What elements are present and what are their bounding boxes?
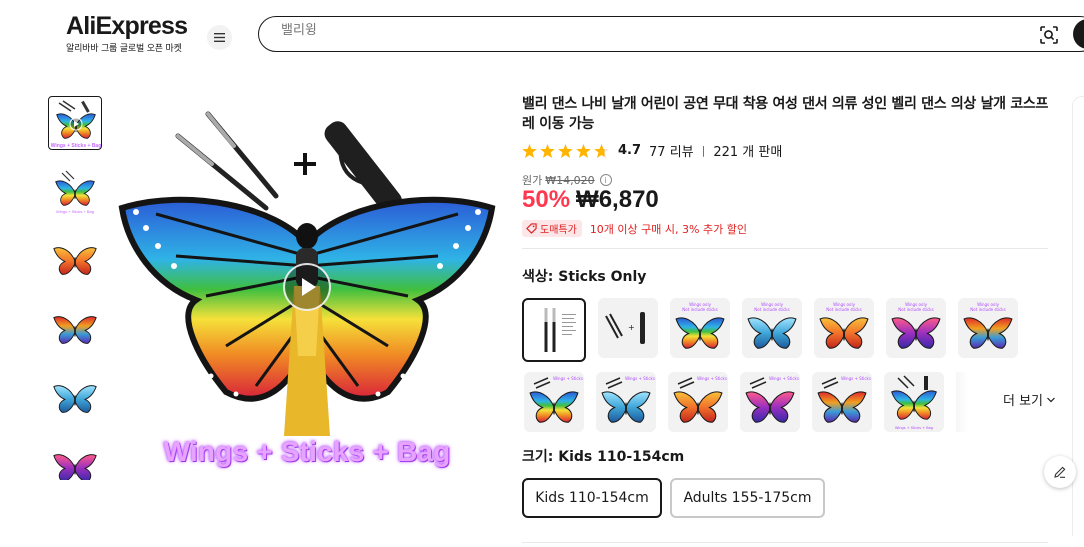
promo-text: 10개 이상 구매 시, 3% 추가 할인 xyxy=(589,222,747,236)
star-rating[interactable] xyxy=(522,143,609,158)
color-option-rainbow-wings[interactable]: Wings only Not include sticks xyxy=(670,298,730,358)
aliexpress-logo[interactable]: AliExpress 알리바바 그룹 글로벌 오픈 마켓 xyxy=(66,12,188,54)
search-input[interactable] xyxy=(281,23,981,38)
header: AliExpress 알리바바 그룹 글로벌 오픈 마켓 xyxy=(0,0,1084,70)
edit-button[interactable] xyxy=(1044,456,1076,488)
hamburger-icon xyxy=(214,33,225,42)
not-include-tag: Not include sticks xyxy=(754,307,789,312)
thumbnail[interactable] xyxy=(48,234,102,288)
color-label: 색상: Sticks Only xyxy=(522,269,647,285)
color-option-rainbow-bag[interactable]: Wings + Sticks + Bag xyxy=(884,372,944,432)
logo-text: AliExpress xyxy=(66,12,188,40)
color-option-multicolor-wings[interactable]: Wings only Not include sticks xyxy=(958,298,1018,358)
svg-text:Wings + Sticks + Bag: Wings + Sticks + Bag xyxy=(51,143,102,149)
pencil-icon xyxy=(1054,466,1066,478)
fade-edge xyxy=(956,372,968,432)
rating-row: 4.7 77 리뷰 | 221 개 판매 xyxy=(522,141,782,160)
info-icon[interactable]: i xyxy=(599,174,612,186)
search-bar xyxy=(258,16,1084,52)
rating-score: 4.7 xyxy=(618,143,642,158)
size-option-adults[interactable]: Adults 155-175cm xyxy=(670,478,825,518)
color-option-sticks-bag[interactable]: + xyxy=(598,298,658,358)
star-icon xyxy=(522,143,537,158)
star-icon xyxy=(558,143,573,158)
original-price: ₩14,020 xyxy=(545,173,595,187)
thumbnail[interactable] xyxy=(48,441,102,480)
chevron-down-icon xyxy=(1047,397,1055,402)
image-caption-small: Wings + Sticks + Bag xyxy=(895,426,933,430)
sold-count: 221 개 판매 xyxy=(713,145,783,160)
not-include-tag: Not include sticks xyxy=(682,307,717,312)
review-count[interactable]: 77 리뷰 xyxy=(649,141,694,160)
size-label: 크기: Kids 110-154cm xyxy=(522,449,685,465)
product-title: 밸리 댄스 나비 날개 어린이 공연 무대 착용 여성 댄서 의류 성인 벨리 … xyxy=(522,96,1049,132)
color-option-blue-sticks[interactable]: Wings + Sticks xyxy=(596,372,656,432)
star-icon xyxy=(540,143,555,158)
svg-text:Wings + Sticks + Bag: Wings + Sticks + Bag xyxy=(56,209,94,214)
more-options-button[interactable]: 더 보기 xyxy=(1003,390,1056,409)
image-caption: Wings + Sticks + Bag xyxy=(163,436,451,467)
color-options-row-2: Wings + Sticks Wings + Sticks Wings + St… xyxy=(524,372,968,432)
color-option-purple-wings[interactable]: Wings only Not include sticks xyxy=(886,298,946,358)
not-include-tag: Not include sticks xyxy=(898,307,933,312)
logo-subtitle: 알리바바 그룹 글로벌 오픈 마켓 xyxy=(66,44,182,54)
wings-sticks-tag: Wings + Sticks xyxy=(697,376,727,381)
color-option-multicolor-sticks[interactable]: Wings + Sticks xyxy=(812,372,872,432)
image-search-icon[interactable] xyxy=(1039,25,1059,45)
divider xyxy=(522,248,1048,249)
color-option-blue-wings[interactable]: Wings only Not include sticks xyxy=(742,298,802,358)
divider xyxy=(522,542,1048,543)
color-options-row-1: + Wings only Not include sticks Wings on… xyxy=(522,298,1018,362)
promo-row: 도매특가 10개 이상 구매 시, 3% 추가 할인 xyxy=(522,220,747,237)
wings-sticks-tag: Wings + Sticks xyxy=(625,376,655,381)
separator: | xyxy=(701,144,706,157)
thumbnail-list: Wings + Sticks + Bag Wings + Sticks + Ba… xyxy=(48,96,102,480)
play-icon xyxy=(302,278,316,296)
color-option-orange-sticks[interactable]: Wings + Sticks xyxy=(668,372,728,432)
thumbnail[interactable]: Wings + Sticks + Bag xyxy=(48,165,102,219)
size-option-kids[interactable]: Kids 110-154cm xyxy=(522,478,662,518)
svg-text:+: + xyxy=(628,323,635,332)
current-price: ₩6,870 xyxy=(576,186,659,213)
color-option-rainbow-sticks[interactable]: Wings + Sticks xyxy=(524,372,584,432)
video-play-button[interactable] xyxy=(283,263,331,311)
discount-percent: 50% xyxy=(522,186,571,213)
thumbnail[interactable] xyxy=(48,303,102,357)
wings-sticks-tag: Wings + Sticks xyxy=(841,376,871,381)
half-star-icon xyxy=(594,143,609,158)
badge-label: 도매특가 xyxy=(540,225,577,236)
search-button[interactable] xyxy=(1073,19,1084,49)
wings-sticks-tag: Wings + Sticks xyxy=(769,376,799,381)
color-option-sticks-only[interactable] xyxy=(522,298,586,362)
not-include-tag: Not include sticks xyxy=(826,307,861,312)
more-label: 더 보기 xyxy=(1003,394,1044,409)
main-product-image[interactable]: Wings + Sticks + Bag xyxy=(116,96,498,479)
wings-sticks-tag: Wings + Sticks xyxy=(553,376,583,381)
menu-button[interactable] xyxy=(207,25,232,50)
not-include-tag: Not include sticks xyxy=(970,307,1005,312)
color-option-purple-sticks[interactable]: Wings + Sticks xyxy=(740,372,800,432)
thumbnail[interactable] xyxy=(48,372,102,426)
tag-icon xyxy=(526,223,537,234)
color-option-orange-wings[interactable]: Wings only Not include sticks xyxy=(814,298,874,358)
thumbnail-video[interactable]: Wings + Sticks + Bag xyxy=(48,96,102,150)
star-icon xyxy=(576,143,591,158)
price-row: 50% ₩6,870 xyxy=(522,186,659,214)
wholesale-badge: 도매특가 xyxy=(522,220,582,237)
